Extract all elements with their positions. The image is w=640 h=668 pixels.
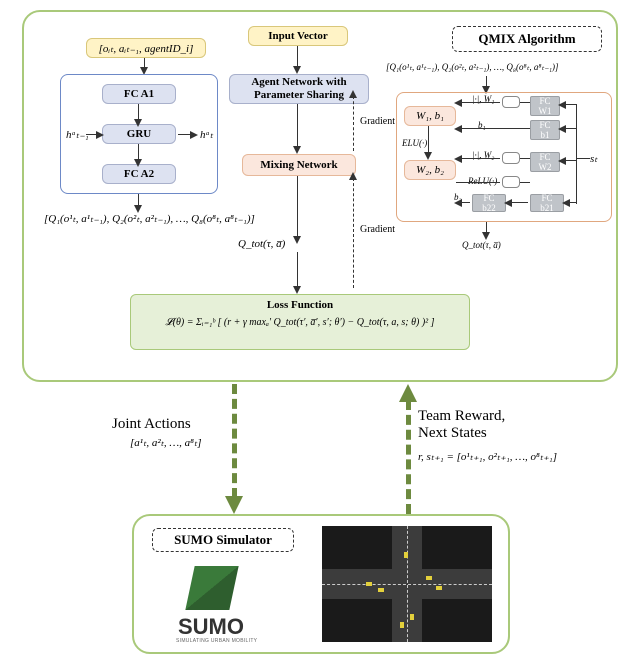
reward-states-expr: r, sₜ₊₁ = [o¹ₜ₊₁, o²ₜ₊₁, …, o⁸ₜ₊₁] <box>418 450 557 463</box>
arrow-head <box>482 232 490 240</box>
fc-a2: FC A2 <box>102 164 176 184</box>
gradient-label-1: Gradient <box>360 116 395 127</box>
arrow-head <box>454 99 462 107</box>
arrow-head <box>349 172 357 180</box>
arrow-head <box>558 125 566 133</box>
sumo-panel: SUMO Simulator SUMO SIMULATING URBAN MOB… <box>132 514 510 654</box>
reward-states-title: Team Reward, Next States <box>418 408 505 443</box>
arrow-head <box>454 155 462 163</box>
arrow-seg <box>297 104 298 148</box>
arrow-head <box>96 131 104 139</box>
arrow-seg <box>456 182 500 183</box>
relu-label: ReLU(·) <box>468 176 497 186</box>
arrow-head <box>562 199 570 207</box>
arrow-seg <box>297 46 298 68</box>
sumo-name: SUMO <box>178 614 244 640</box>
sumo-sub: SIMULATING URBAN MOBILITY <box>176 638 257 644</box>
elu-label: ELU(·) <box>402 138 427 148</box>
fc-b22: FC b22 <box>472 194 506 212</box>
arrow-head <box>134 159 142 167</box>
reward-title-l1: Team Reward, <box>418 408 505 424</box>
arrow-head <box>349 90 357 98</box>
arrow-seg <box>456 158 500 159</box>
arrow-head <box>190 131 198 139</box>
arrow-seg <box>456 102 500 103</box>
arrow-seg <box>576 158 590 159</box>
arrow-head <box>454 199 462 207</box>
loss-expr: 𝓛(θ) = Σᵢ₌₁ᵇ [ (r + γ maxₐ′ Q_tot(τ′, a̅… <box>165 317 434 328</box>
st-label: sₜ <box>590 152 598 165</box>
w1b1-box: W₁, b₁ <box>404 106 456 126</box>
relu-node <box>502 176 520 188</box>
abs-node-1 <box>502 96 520 108</box>
simulator-title: SUMO Simulator <box>152 528 294 552</box>
joint-actions-expr: [a¹ₜ, a²ₜ, …, a⁸ₜ] <box>130 436 202 449</box>
abs-node-2 <box>502 152 520 164</box>
arrow-head <box>558 101 566 109</box>
loss-function-box: Loss Function 𝓛(θ) = Σᵢ₌₁ᵇ [ (r + γ maxₐ… <box>130 294 470 350</box>
arrow-head <box>134 119 142 127</box>
algorithm-title: QMIX Algorithm <box>452 26 602 52</box>
arrow-seg <box>520 158 530 159</box>
h-out-label: hᵃₜ <box>200 128 213 141</box>
qtot-label: Q_tot(τ, a̅) <box>238 238 285 250</box>
arrow-head <box>424 152 432 160</box>
arrow-head <box>293 66 301 74</box>
agent-network-title2: Parameter Sharing <box>254 89 344 101</box>
agent-network-box: Agent Network with Parameter Sharing <box>229 74 369 104</box>
arrow-seg <box>456 128 530 129</box>
arrow-seg <box>428 126 429 154</box>
w2b2-box: W₂, b₂ <box>404 160 456 180</box>
fc-a1: FC A1 <box>102 84 176 104</box>
arrow-head <box>293 286 301 294</box>
arrow-head <box>293 236 301 244</box>
arrow-seg <box>520 182 530 183</box>
intersection-render <box>322 526 492 642</box>
gradient-arrow-agent <box>353 96 354 151</box>
reward-states-connector <box>406 400 411 514</box>
qtot-out-label: Q_tot(τ, a̅) <box>462 240 501 250</box>
arrow-down-icon <box>225 496 243 514</box>
agent-q-output: [Q₁(o¹ₜ, a¹ₜ₋₁), Q₂(o²ₜ, a²ₜ₋₁), …, Q₈(o… <box>44 212 255 225</box>
mixing-network-box: Mixing Network <box>242 154 356 176</box>
arrow-head <box>293 146 301 154</box>
fc-w1: FC W1 <box>530 96 560 116</box>
qmix-panel: QMIX Algorithm Input Vector [oᵢₜ, aᵢₜ₋₁,… <box>22 10 618 382</box>
loss-title: Loss Function <box>267 299 333 311</box>
gradient-label-2: Gradient <box>360 224 395 235</box>
arrow-seg <box>297 176 298 238</box>
input-vector-expr: [oᵢₜ, aᵢₜ₋₁, agentID_i] <box>86 38 206 58</box>
arrow-head <box>454 125 462 133</box>
arrow-up-icon <box>399 384 417 402</box>
reward-title-l2: Next States <box>418 425 487 441</box>
arrow-seg <box>297 252 298 288</box>
arrow-head <box>504 199 512 207</box>
mixing-q-input: [Q₁(o¹ₜ, a¹ₜ₋₁), Q₂(o²ₜ, a²ₜ₋₁), …, Q₈(o… <box>386 62 559 73</box>
agent-network-title1: Agent Network with <box>251 76 346 88</box>
arrow-seg <box>520 102 530 103</box>
input-vector-box: Input Vector <box>248 26 348 46</box>
joint-actions-connector <box>232 384 237 498</box>
sumo-logo-icon <box>185 566 238 610</box>
gru: GRU <box>102 124 176 144</box>
arrow-seg <box>576 104 577 204</box>
joint-actions-title: Joint Actions <box>112 416 191 433</box>
gradient-arrow-mixing <box>353 178 354 288</box>
fc-b21: FC b21 <box>530 194 564 212</box>
arrow-head <box>558 157 566 165</box>
fc-b1: FC b1 <box>530 120 560 140</box>
fc-w2: FC W2 <box>530 152 560 172</box>
